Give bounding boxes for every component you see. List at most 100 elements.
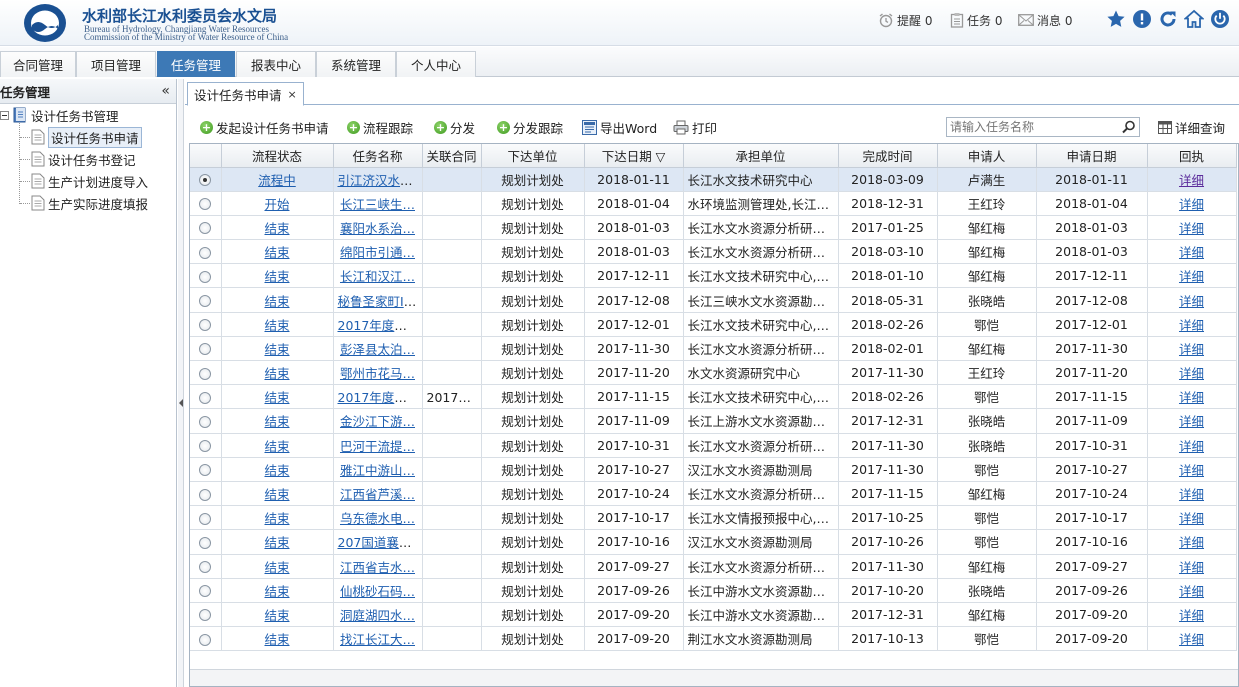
- status-link[interactable]: 结束: [264, 342, 289, 357]
- receipt-link[interactable]: 详细: [1179, 366, 1204, 381]
- table-row[interactable]: 结束 长江和汉江… 规划计划处 2017-12-11 长江水文技术研究中心,… 2018-…: [190, 263, 1237, 289]
- tree-root[interactable]: 设计任务书管理: [0, 105, 119, 125]
- receipt-link[interactable]: 详细: [1179, 318, 1204, 333]
- status-link[interactable]: 结束: [264, 463, 289, 478]
- column-header-related-contract[interactable]: 关联合同: [422, 144, 482, 168]
- receipt-link[interactable]: 详细: [1179, 511, 1204, 526]
- status-link[interactable]: 结束: [264, 414, 289, 429]
- status-link[interactable]: 结束: [264, 608, 289, 623]
- menu-task[interactable]: 任务管理: [157, 51, 235, 77]
- favorite-button[interactable]: [1105, 8, 1127, 30]
- table-row[interactable]: 结束 乌东德水电… 规划计划处 2017-10-17 长江水文情报预报中心,… 2017-…: [190, 505, 1237, 531]
- task-name-link[interactable]: 江西省芦溪…: [340, 487, 415, 502]
- status-link[interactable]: 结束: [264, 439, 289, 454]
- row-radio[interactable]: [199, 391, 212, 404]
- status-link[interactable]: 结束: [264, 221, 289, 236]
- status-link[interactable]: 结束: [264, 366, 289, 381]
- table-row[interactable]: 结束 绵阳市引通… 规划计划处 2018-01-03 长江水文水资源分析研究… 2018-…: [190, 239, 1237, 265]
- column-header-undertaking-unit[interactable]: 承担单位: [683, 144, 839, 168]
- receipt-link[interactable]: 详细: [1179, 342, 1204, 357]
- dispatch-button[interactable]: + 分发: [434, 117, 475, 137]
- status-link[interactable]: 结束: [264, 535, 289, 550]
- tree-item-actual-progress[interactable]: 生产实际进度填报: [31, 193, 148, 213]
- task-name-link[interactable]: 彭泽县太泊…: [340, 342, 415, 357]
- table-row[interactable]: 结束 江西省吉水… 规划计划处 2017-09-27 长江水文水资源分析研究… 2017-…: [190, 554, 1237, 579]
- task-name-link[interactable]: 引江济汉水文…: [338, 173, 422, 188]
- row-radio[interactable]: [199, 270, 212, 283]
- receipt-link[interactable]: 详细: [1179, 608, 1204, 623]
- receipt-link[interactable]: 详细: [1179, 560, 1204, 575]
- row-radio[interactable]: [199, 319, 212, 332]
- table-row[interactable]: 结束 207国道襄阳… 规划计划处 2017-10-16 汉江水文水资源勘测局 2017-…: [190, 529, 1237, 555]
- table-row[interactable]: 结束 彭泽县太泊… 规划计划处 2017-11-30 长江水文水资源分析研究… 2018-…: [190, 336, 1237, 362]
- row-radio[interactable]: [199, 174, 212, 187]
- table-row[interactable]: 结束 仙桃砂石码… 规划计划处 2017-09-26 长江中游水文水资源勘测局 2017-…: [190, 578, 1237, 603]
- task-name-link[interactable]: 207国道襄阳…: [338, 535, 422, 550]
- table-row[interactable]: 结束 2017年度长… 规划计划处 2017-12-01 长江水文技术研究中心,… 201…: [190, 312, 1237, 337]
- print-button[interactable]: 打印: [673, 117, 717, 137]
- row-radio[interactable]: [199, 561, 212, 574]
- receipt-link[interactable]: 详细: [1179, 414, 1204, 429]
- receipt-link[interactable]: 详细: [1179, 390, 1204, 405]
- receipt-link[interactable]: 详细: [1179, 197, 1204, 212]
- alert-button[interactable]: [1131, 8, 1153, 30]
- reminder-link[interactable]: 提醒 0: [878, 12, 932, 28]
- detail-query-button[interactable]: 详细查询: [1158, 117, 1225, 137]
- task-name-link[interactable]: 雅江中游山…: [340, 463, 415, 478]
- receipt-link[interactable]: 详细: [1179, 535, 1204, 550]
- table-row[interactable]: 结束 2017年度长… 2017年… 规划计划处 2017-11-15 长江水文技术研究中…: [190, 384, 1237, 410]
- task-name-link[interactable]: 襄阳水系治…: [340, 221, 415, 236]
- receipt-link[interactable]: 详细: [1179, 487, 1204, 502]
- row-radio[interactable]: [199, 198, 212, 211]
- table-row[interactable]: 结束 鄂州市花马… 规划计划处 2017-11-20 水文水资源研究中心 2017-11-…: [190, 360, 1237, 386]
- task-link[interactable]: 任务 0: [950, 12, 1002, 28]
- task-name-link[interactable]: 找江长江大…: [340, 632, 415, 647]
- row-radio[interactable]: [199, 367, 212, 380]
- tree-item-apply[interactable]: 设计任务书申请: [31, 126, 142, 148]
- status-link[interactable]: 结束: [264, 245, 289, 260]
- row-radio[interactable]: [199, 343, 212, 356]
- column-header-completion-time[interactable]: 完成时间: [838, 144, 938, 168]
- receipt-link[interactable]: 详细: [1179, 439, 1204, 454]
- row-radio[interactable]: [199, 512, 212, 525]
- task-search-input[interactable]: [947, 118, 1117, 136]
- column-header-apply-date[interactable]: 申请日期: [1036, 144, 1148, 168]
- column-header-applicant[interactable]: 申请人: [937, 144, 1037, 168]
- receipt-link[interactable]: 详细: [1179, 294, 1204, 309]
- menu-contract[interactable]: 合同管理: [0, 51, 76, 77]
- receipt-link[interactable]: 详细: [1179, 173, 1204, 188]
- receipt-link[interactable]: 详细: [1179, 632, 1204, 647]
- tree-item-register[interactable]: 设计任务书登记: [31, 149, 136, 169]
- process-track-button[interactable]: + 流程跟踪: [347, 117, 413, 137]
- table-row[interactable]: 结束 巴河干流提… 规划计划处 2017-10-31 长江水文水资源分析研究… 2017-…: [190, 433, 1237, 458]
- row-radio[interactable]: [199, 440, 212, 453]
- tree-item-plan-import[interactable]: 生产计划进度导入: [31, 171, 148, 191]
- row-radio[interactable]: [199, 222, 212, 235]
- status-link[interactable]: 结束: [264, 390, 289, 405]
- receipt-link[interactable]: 详细: [1179, 221, 1204, 236]
- menu-report[interactable]: 报表中心: [236, 51, 316, 77]
- export-word-button[interactable]: 导出Word: [582, 117, 657, 137]
- task-name-link[interactable]: 鄂州市花马…: [340, 366, 415, 381]
- column-header-issue-date[interactable]: 下达日期 ▽: [584, 144, 684, 168]
- status-link[interactable]: 结束: [264, 632, 289, 647]
- task-name-link[interactable]: 长江三峡生…: [340, 197, 415, 212]
- collapse-sidebar-button[interactable]: «: [161, 83, 170, 99]
- table-row[interactable]: 结束 江西省芦溪… 规划计划处 2017-10-24 长江水文水资源分析研究… 2017-…: [190, 481, 1237, 507]
- status-link[interactable]: 结束: [264, 294, 289, 309]
- status-link[interactable]: 流程中: [258, 173, 296, 188]
- row-radio[interactable]: [199, 488, 212, 501]
- table-row[interactable]: 结束 雅江中游山… 规划计划处 2017-10-27 汉江水文水资源勘测局 2017-11…: [190, 457, 1237, 482]
- column-header-task-name[interactable]: 任务名称: [333, 144, 423, 168]
- row-radio[interactable]: [199, 609, 212, 622]
- horizontal-scrollbar[interactable]: [190, 669, 1238, 686]
- row-radio[interactable]: [199, 464, 212, 477]
- task-name-link[interactable]: 长江和汉江…: [340, 269, 415, 284]
- task-name-link[interactable]: 乌东德水电…: [340, 511, 415, 526]
- task-name-link[interactable]: 江西省吉水…: [340, 560, 415, 575]
- table-row[interactable]: 流程中 引江济汉水文… 规划计划处 2018-01-11 长江水文技术研究中心 2018-…: [190, 167, 1237, 192]
- close-tab-button[interactable]: ×: [288, 88, 297, 101]
- task-name-link[interactable]: 巴河干流提…: [340, 439, 415, 454]
- row-radio[interactable]: [199, 633, 212, 646]
- sidebar-splitter[interactable]: [178, 79, 184, 687]
